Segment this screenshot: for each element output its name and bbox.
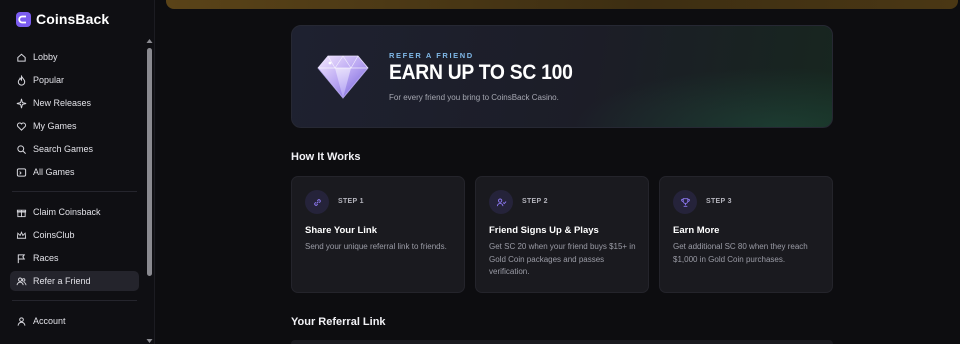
scrollbar-thumb[interactable]	[147, 48, 152, 276]
sidebar-divider	[12, 300, 137, 301]
users-icon	[16, 277, 27, 285]
sidebar-item-claim-coinsback[interactable]: Claim Coinsback	[10, 202, 139, 222]
sidebar-nav: Lobby Popular New Releases My Games Sear…	[10, 47, 139, 334]
sidebar-item-new-releases[interactable]: New Releases	[10, 93, 139, 113]
step-card-1: STEP 1 Share Your Link Send your unique …	[291, 176, 465, 293]
sidebar-item-label: My Games	[33, 121, 77, 131]
sidebar-item-search-games[interactable]: Search Games	[10, 139, 139, 159]
link-icon	[313, 198, 321, 206]
sidebar-item-label: Account	[33, 316, 66, 326]
step-label: STEP 1	[338, 198, 364, 205]
sidebar-divider	[12, 191, 137, 192]
sidebar-item-coinsclub[interactable]: CoinsClub	[10, 225, 139, 245]
hero-subtitle: For every friend you bring to CoinsBack …	[389, 93, 559, 102]
step-label: STEP 3	[706, 198, 732, 205]
step-description: Send your unique referral link to friend…	[305, 242, 447, 251]
referral-link-title: Your Referral Link	[291, 316, 386, 328]
referral-link-card	[291, 340, 833, 344]
scroll-up-arrow-icon[interactable]	[146, 38, 153, 44]
step-description: Get additional SC 80 when they reach $1,…	[673, 242, 808, 264]
sidebar-item-label: Races	[33, 253, 59, 263]
sidebar-item-lobby[interactable]: Lobby	[10, 47, 139, 67]
hero-glow	[572, 67, 832, 127]
sidebar-item-refer-a-friend[interactable]: Refer a Friend	[10, 271, 139, 291]
sidebar-item-popular[interactable]: Popular	[10, 70, 139, 90]
step-icon-wrap	[305, 190, 329, 214]
top-banner-edge	[166, 0, 958, 9]
home-icon	[17, 53, 26, 62]
step-title: Earn More	[673, 225, 720, 236]
user-icon	[17, 316, 26, 326]
sidebar-item-label: CoinsClub	[33, 230, 75, 240]
search-icon	[17, 144, 26, 154]
trophy-icon	[680, 197, 690, 207]
sidebar-item-races[interactable]: Races	[10, 248, 139, 268]
step-title: Friend Signs Up & Plays	[489, 225, 599, 236]
refer-hero-banner: REFER A FRIEND EARN UP TO SC 100 For eve…	[291, 25, 833, 128]
step-icon-wrap	[673, 190, 697, 214]
heart-icon	[16, 121, 27, 131]
step-label: STEP 2	[522, 198, 548, 205]
flag-icon	[17, 253, 26, 263]
sidebar-item-label: Refer a Friend	[33, 276, 91, 286]
how-it-works-title: How It Works	[291, 151, 361, 163]
coinsback-logo-icon	[16, 11, 31, 27]
app-name: CoinsBack	[36, 11, 110, 27]
flame-icon	[17, 74, 26, 86]
step-title: Share Your Link	[305, 225, 377, 236]
sidebar-item-label: All Games	[33, 167, 75, 177]
sidebar-item-label: Search Games	[33, 144, 94, 154]
hero-kicker: REFER A FRIEND	[389, 51, 474, 60]
hero-title: EARN UP TO SC 100	[389, 61, 573, 84]
sidebar-item-account[interactable]: Account	[10, 311, 139, 331]
crown-icon	[16, 230, 27, 239]
sidebar-item-label: Claim Coinsback	[33, 207, 101, 217]
diamond-icon	[317, 55, 369, 99]
grid-icon	[16, 167, 27, 177]
user-check-icon	[496, 198, 506, 206]
sidebar-item-label: New Releases	[33, 98, 92, 108]
scroll-down-arrow-icon[interactable]	[146, 338, 153, 344]
step-description: Get SC 20 when your friend buys $15+ in …	[489, 242, 636, 276]
gift-icon	[16, 209, 27, 217]
sidebar-item-label: Popular	[33, 75, 65, 85]
sidebar: CoinsBack Lobby Popular New Releases My …	[0, 0, 155, 344]
sparkle-icon	[16, 98, 27, 108]
sidebar-item-all-games[interactable]: All Games	[10, 162, 139, 182]
step-icon-wrap	[489, 190, 513, 214]
sidebar-scrollbar[interactable]	[145, 38, 153, 344]
step-card-2: STEP 2 Friend Signs Up & Plays Get SC 20…	[475, 176, 649, 293]
step-card-3: STEP 3 Earn More Get additional SC 80 wh…	[659, 176, 833, 293]
sidebar-item-my-games[interactable]: My Games	[10, 116, 139, 136]
logo[interactable]: CoinsBack	[16, 11, 109, 27]
sidebar-item-label: Lobby	[33, 52, 58, 62]
